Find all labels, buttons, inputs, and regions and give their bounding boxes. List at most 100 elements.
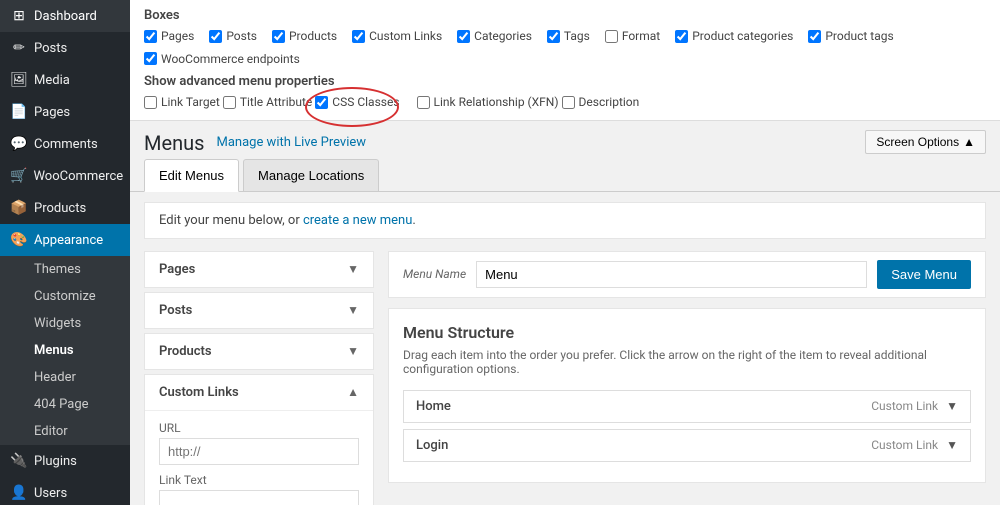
screen-options-label: Screen Options [876, 135, 959, 149]
menu-structure-title: Menu Structure [403, 323, 971, 342]
info-text: Edit your menu below, or [159, 213, 303, 228]
sidebar-item-label: Users [34, 486, 67, 501]
checkbox-link-relationship[interactable]: Link Relationship (XFN) [417, 95, 559, 109]
woocommerce-row: WooCommerce endpoints [144, 52, 986, 69]
checkbox-css-classes[interactable]: CSS Classes [315, 95, 399, 109]
accordion-pages-label: Pages [159, 262, 195, 277]
sidebar-item-comments[interactable]: 💬 Comments [0, 128, 130, 160]
sidebar-sub-item-customize[interactable]: Customize [0, 283, 130, 310]
sidebar-item-posts[interactable]: ✏ Posts [0, 32, 130, 64]
menu-item-home: Home Custom Link ▼ [403, 390, 971, 423]
checkbox-link-target[interactable]: Link Target [144, 95, 220, 109]
accordion-products: Products ▼ [144, 333, 374, 370]
menu-item-login: Login Custom Link ▼ [403, 429, 971, 462]
appearance-icon: 🎨 [10, 232, 28, 248]
sidebar-sub-item-header[interactable]: Header [0, 364, 130, 391]
sidebar-item-pages[interactable]: 📄 Pages [0, 96, 130, 128]
accordion-products-header[interactable]: Products ▼ [145, 334, 373, 369]
checkbox-title-attribute[interactable]: Title Attribute [223, 95, 312, 109]
accordion-products-label: Products [159, 344, 212, 359]
boxes-section: Pages Posts Products Custom Links Catego… [144, 29, 986, 46]
sidebar-item-label: Pages [34, 105, 70, 120]
link-text-input[interactable] [159, 490, 359, 505]
sidebar-item-appearance[interactable]: 🎨 Appearance [0, 224, 130, 256]
sidebar-item-users[interactable]: 👤 Users [0, 477, 130, 505]
manage-live-preview-link[interactable]: Manage with Live Preview [216, 135, 366, 150]
checkbox-woocommerce-endpoints[interactable]: WooCommerce endpoints [144, 52, 300, 66]
sidebar-sub-item-themes[interactable]: Themes [0, 256, 130, 283]
sidebar-item-media[interactable]: 🖼 Media [0, 64, 130, 96]
menu-name-label: Menu Name [403, 267, 466, 281]
menu-item-home-arrow-icon[interactable]: ▼ [946, 399, 958, 413]
tab-edit-menus[interactable]: Edit Menus [144, 159, 239, 192]
content-area: Edit your menu below, or create a new me… [130, 192, 1000, 505]
checkbox-description[interactable]: Description [562, 95, 640, 109]
sidebar-item-label: Comments [34, 137, 98, 152]
accordion-pages-header[interactable]: Pages ▼ [145, 252, 373, 287]
accordion-custom-links-body: URL Link Text [145, 410, 373, 505]
menu-item-login-arrow-icon[interactable]: ▼ [946, 438, 958, 452]
sidebar-item-label: Posts [34, 41, 67, 56]
sidebar-item-woocommerce[interactable]: 🛒 WooCommerce [0, 160, 130, 192]
sidebar-sub-item-widgets[interactable]: Widgets [0, 310, 130, 337]
sidebar-item-label: Dashboard [34, 9, 97, 24]
sidebar-item-plugins[interactable]: 🔌 Plugins [0, 445, 130, 477]
media-icon: 🖼 [10, 72, 28, 88]
save-menu-button[interactable]: Save Menu [877, 260, 971, 289]
posts-icon: ✏ [10, 40, 28, 56]
accordion-custom-links-label: Custom Links [159, 385, 239, 400]
sidebar-item-label: WooCommerce [33, 169, 123, 184]
checkbox-pages[interactable]: Pages [144, 29, 194, 43]
screen-options-button[interactable]: Screen Options ▲ [865, 130, 986, 154]
sidebar-item-label: Plugins [34, 454, 77, 469]
menu-structure-desc: Drag each item into the order you prefer… [403, 348, 971, 376]
info-suffix: . [412, 213, 415, 228]
sidebar-item-products[interactable]: 📦 Products [0, 192, 130, 224]
menu-item-home-label: Home [416, 399, 451, 414]
sidebar-sub-item-404page[interactable]: 404 Page [0, 391, 130, 418]
woocommerce-icon: 🛒 [10, 168, 27, 184]
comments-icon: 💬 [10, 136, 28, 152]
checkbox-tags[interactable]: Tags [547, 29, 590, 43]
accordion-products-arrow-icon: ▼ [347, 344, 359, 358]
sidebar-sub-item-editor[interactable]: Editor [0, 418, 130, 445]
page-title: Menus [144, 131, 204, 155]
checkbox-posts[interactable]: Posts [209, 29, 257, 43]
menu-name-input[interactable] [476, 261, 867, 288]
menu-name-row: Menu Name Save Menu [388, 251, 986, 298]
checkbox-product-tags[interactable]: Product tags [808, 29, 893, 43]
create-new-menu-link[interactable]: create a new menu [303, 213, 412, 228]
checkbox-products[interactable]: Products [272, 29, 337, 43]
accordion-pages-arrow-icon: ▼ [347, 262, 359, 276]
url-label: URL [159, 421, 359, 435]
two-column-layout: Pages ▼ Posts ▼ Products ▼ [144, 251, 986, 505]
menu-item-login-right: Custom Link ▼ [871, 438, 958, 452]
menu-item-home-type: Custom Link [871, 399, 938, 413]
sidebar-item-dashboard[interactable]: ⊞ Dashboard [0, 0, 130, 32]
screen-options-arrow-icon: ▲ [963, 135, 975, 149]
sidebar-item-label: Products [34, 201, 86, 216]
sidebar: ⊞ Dashboard ✏ Posts 🖼 Media 📄 Pages 💬 Co… [0, 0, 130, 505]
accordion-pages: Pages ▼ [144, 251, 374, 288]
tabs-bar: Edit Menus Manage Locations [130, 159, 1000, 192]
dashboard-icon: ⊞ [10, 8, 28, 24]
advanced-section: Link Target Title Attribute CSS Classes … [144, 95, 986, 112]
boxes-title: Boxes [144, 8, 986, 23]
checkbox-format[interactable]: Format [605, 29, 660, 43]
users-icon: 👤 [10, 485, 28, 501]
tab-manage-locations[interactable]: Manage Locations [243, 159, 379, 191]
accordion-posts-header[interactable]: Posts ▼ [145, 293, 373, 328]
advanced-title: Show advanced menu properties [144, 74, 986, 89]
checkbox-product-categories[interactable]: Product categories [675, 29, 793, 43]
checkbox-categories[interactable]: Categories [457, 29, 532, 43]
sidebar-sub-item-menus[interactable]: Menus [0, 337, 130, 364]
accordion-posts-label: Posts [159, 303, 192, 318]
link-text-label: Link Text [159, 473, 359, 487]
right-panel: Menu Name Save Menu Menu Structure Drag … [388, 251, 986, 505]
url-input[interactable] [159, 438, 359, 465]
menu-structure-box: Menu Structure Drag each item into the o… [388, 308, 986, 483]
accordion-posts: Posts ▼ [144, 292, 374, 329]
products-icon: 📦 [10, 200, 28, 216]
accordion-custom-links-header[interactable]: Custom Links ▲ [145, 375, 373, 410]
checkbox-custom-links[interactable]: Custom Links [352, 29, 442, 43]
